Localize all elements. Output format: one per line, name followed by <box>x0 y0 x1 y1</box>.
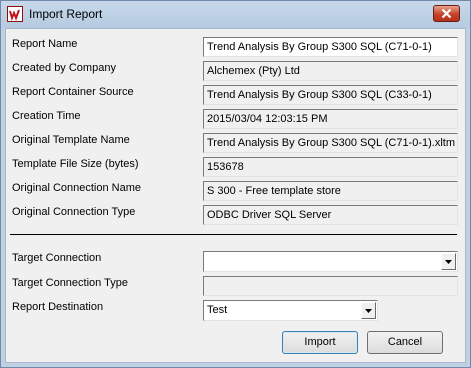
target-connection-label: Target Connection <box>12 252 102 264</box>
report-name-field[interactable]: Trend Analysis By Group S300 SQL (C71-0-… <box>203 37 458 57</box>
report-container-source-field: Trend Analysis By Group S300 SQL (C33-0-… <box>203 85 458 105</box>
dialog-body: Report Name Trend Analysis By Group S300 … <box>5 28 466 363</box>
original-connection-type-field: ODBC Driver SQL Server <box>203 205 458 225</box>
report-destination-label: Report Destination <box>12 301 104 313</box>
section-divider <box>10 234 457 235</box>
original-connection-name-label: Original Connection Name <box>12 182 142 194</box>
created-by-company-label: Created by Company <box>12 62 116 74</box>
creation-time-field: 2015/03/04 12:03:15 PM <box>203 109 458 129</box>
window-title: Import Report <box>29 7 103 21</box>
close-button[interactable] <box>433 5 460 22</box>
import-report-dialog: Import Report Report Name Trend Analysis … <box>0 0 471 368</box>
chevron-down-icon <box>445 260 452 264</box>
report-name-label: Report Name <box>12 38 78 50</box>
original-template-name-field: Trend Analysis By Group S300 SQL (C71-0-… <box>203 133 458 153</box>
report-import-icon <box>7 6 23 22</box>
title-bar[interactable]: Import Report <box>1 1 470 28</box>
original-connection-type-label: Original Connection Type <box>12 206 136 218</box>
created-by-company-field: Alchemex (Pty) Ltd <box>203 61 458 81</box>
report-destination-value: Test <box>207 304 228 316</box>
template-file-size-label: Template File Size (bytes) <box>12 158 139 170</box>
original-connection-name-field: S 300 - Free template store <box>203 181 458 201</box>
target-connection-type-field <box>203 276 458 296</box>
template-file-size-field: 153678 <box>203 157 458 177</box>
import-button[interactable]: Import <box>282 331 358 354</box>
original-template-name-label: Original Template Name <box>12 134 130 146</box>
report-destination-select[interactable]: Test <box>203 300 378 321</box>
target-connection-select[interactable] <box>203 251 458 272</box>
report-container-source-label: Report Container Source <box>12 86 134 98</box>
cancel-button[interactable]: Cancel <box>367 331 443 354</box>
creation-time-label: Creation Time <box>12 110 81 122</box>
close-icon <box>441 8 452 19</box>
report-destination-dropdown-button[interactable] <box>361 302 376 319</box>
chevron-down-icon <box>365 309 372 313</box>
target-connection-type-label: Target Connection Type <box>12 277 128 289</box>
target-connection-dropdown-button[interactable] <box>441 253 456 270</box>
